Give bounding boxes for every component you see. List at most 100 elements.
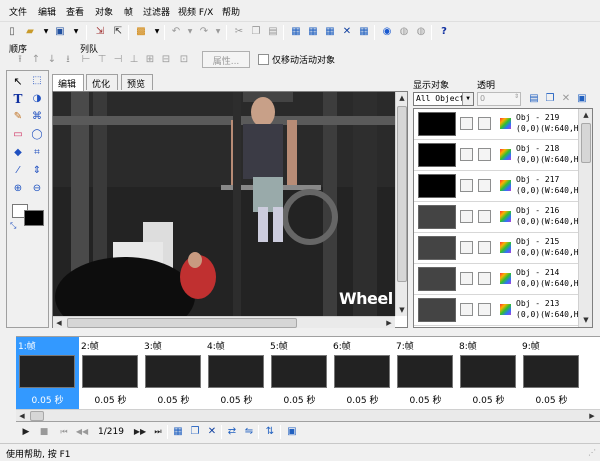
align-left-icon[interactable]: ⊢ xyxy=(78,52,94,68)
object-visible-checkbox[interactable] xyxy=(460,148,473,161)
send-backward-icon[interactable]: ↓ xyxy=(44,52,60,68)
frame-thumbnail[interactable]: 5:帧 0.05 秒 xyxy=(268,337,331,419)
open-icon[interactable]: ▰ xyxy=(22,24,38,40)
align-right-icon[interactable]: ⊣ xyxy=(110,52,126,68)
resize-tool-icon[interactable]: ⇕ xyxy=(29,163,45,179)
frame-duration[interactable]: 0.05 秒 xyxy=(268,393,331,406)
ellipse-tool-icon[interactable]: ◯ xyxy=(29,127,45,143)
list-item[interactable]: Obj - 217 (0,0)(W:640,H: xyxy=(414,171,583,202)
object-lock-checkbox[interactable] xyxy=(478,148,491,161)
send-to-back-icon[interactable]: ⭳ xyxy=(60,52,76,68)
add-frame-icon[interactable]: ▦ xyxy=(170,424,186,440)
bring-to-front-icon[interactable]: ⭱ xyxy=(12,52,28,68)
context-help-icon[interactable]: ? xyxy=(436,24,452,40)
align-extra-icon[interactable]: ⊡ xyxy=(176,52,192,68)
editor-horizontal-thumb[interactable] xyxy=(67,318,297,328)
chevron-down-icon[interactable]: ▼ xyxy=(462,93,473,105)
fill-tool-icon[interactable]: ◆ xyxy=(10,145,26,161)
disabled-icon-2[interactable]: ◍ xyxy=(413,24,429,40)
object-properties-icon[interactable]: ▤ xyxy=(526,91,542,107)
transition-icon[interactable]: ⇋ xyxy=(241,424,257,440)
scroll-left-arrow-icon[interactable]: ◀ xyxy=(16,410,28,421)
menu-filters[interactable]: 过滤器 xyxy=(143,5,170,18)
copy-icon[interactable]: ❐ xyxy=(248,24,264,40)
export-icon[interactable]: ⇱ xyxy=(110,24,126,40)
frame-icon-1[interactable]: ▦ xyxy=(288,24,304,40)
stop-icon[interactable]: ■ xyxy=(36,424,52,440)
frame-thumbnail[interactable]: 3:帧 0.05 秒 xyxy=(142,337,205,419)
delete-object-icon[interactable]: ✕ xyxy=(558,91,574,107)
delete-frame-icon[interactable]: ✕ xyxy=(339,24,355,40)
resize-grip-icon[interactable]: ⋰ xyxy=(588,448,598,458)
scroll-down-arrow-icon[interactable]: ▼ xyxy=(396,304,408,316)
frame-duration[interactable]: 0.05 秒 xyxy=(457,393,520,406)
previous-frame-icon[interactable]: ◀◀ xyxy=(74,424,90,440)
paste-icon[interactable]: ▤ xyxy=(265,24,281,40)
first-frame-icon[interactable]: ⏮ xyxy=(56,424,72,440)
frames-scrollbar[interactable]: ◀ ▶ xyxy=(16,409,600,421)
align-middle-icon[interactable]: ⊞ xyxy=(142,52,158,68)
frame-thumbnail[interactable]: 1:帧 0.05 秒 xyxy=(16,337,79,419)
frames-scroll-thumb[interactable] xyxy=(30,411,44,421)
properties-button[interactable]: 属性... xyxy=(202,51,250,68)
save-dropdown-icon[interactable]: ▼ xyxy=(68,24,84,40)
new-object-icon[interactable]: ▣ xyxy=(574,91,590,107)
swap-colors-icon[interactable]: ⤡ xyxy=(10,221,16,231)
editor-vertical-thumb[interactable] xyxy=(397,106,407,282)
color-swatches[interactable] xyxy=(12,204,44,226)
opacity-input[interactable]: 0 ⇕ xyxy=(477,92,521,106)
menu-video-fx[interactable]: 视频 F/X xyxy=(178,5,213,18)
bring-forward-icon[interactable]: ↑ xyxy=(28,52,44,68)
grid-tool-icon[interactable]: ⌗ xyxy=(29,145,45,161)
frame-duration[interactable]: 0.05 秒 xyxy=(394,393,457,406)
align-top-icon[interactable]: ⊥ xyxy=(126,52,142,68)
add-image-icon[interactable]: ▩ xyxy=(133,24,149,40)
editor-vertical-scrollbar[interactable]: ▲ ▼ xyxy=(395,92,407,316)
frame-thumbnail[interactable]: 8:帧 0.05 秒 xyxy=(457,337,520,419)
frame-icon-2[interactable]: ▦ xyxy=(305,24,321,40)
frame-duration[interactable]: 0.05 秒 xyxy=(331,393,394,406)
eraser-tool-icon[interactable]: ▭ xyxy=(10,127,26,143)
text-tool-icon[interactable]: T xyxy=(10,91,26,107)
redo-dropdown-icon[interactable]: ▼ xyxy=(210,24,226,40)
tab-optimize[interactable]: 优化 xyxy=(86,74,118,90)
menu-file[interactable]: 文件 xyxy=(9,5,27,18)
list-item[interactable]: Obj - 219 (0,0)(W:640,H: xyxy=(414,109,583,140)
last-frame-icon[interactable]: ⏭ xyxy=(150,424,166,440)
frame-icon-4[interactable]: ▦ xyxy=(356,24,372,40)
menu-help[interactable]: 帮助 xyxy=(222,5,240,18)
scroll-left-arrow-icon[interactable]: ◀ xyxy=(53,317,65,329)
frame-duration[interactable]: 0.05 秒 xyxy=(16,393,79,406)
object-lock-checkbox[interactable] xyxy=(478,241,491,254)
frame-duration[interactable]: 0.05 秒 xyxy=(205,393,268,406)
objects-scrollbar[interactable]: ▲ ▼ xyxy=(578,109,592,327)
object-visible-checkbox[interactable] xyxy=(460,179,473,192)
frame-duration[interactable]: 0.05 秒 xyxy=(520,393,583,406)
menu-edit[interactable]: 编辑 xyxy=(38,5,56,18)
select-tool-icon[interactable]: ↖ xyxy=(10,73,26,89)
object-visible-checkbox[interactable] xyxy=(460,272,473,285)
object-lock-checkbox[interactable] xyxy=(478,210,491,223)
opacity-spinner-icon[interactable]: ⇕ xyxy=(514,93,519,100)
pointer-tool-icon[interactable]: ◑ xyxy=(29,91,45,107)
duplicate-frame-icon[interactable]: ❐ xyxy=(187,424,203,440)
reverse-frames-icon[interactable]: ⇅ xyxy=(262,424,278,440)
video-frame-canvas[interactable]: Wheel xyxy=(53,92,395,316)
duplicate-object-icon[interactable]: ❐ xyxy=(542,91,558,107)
object-lock-checkbox[interactable] xyxy=(478,117,491,130)
scroll-up-arrow-icon[interactable]: ▲ xyxy=(580,109,592,121)
foreground-color-swatch[interactable] xyxy=(24,210,44,226)
menu-frame[interactable]: 帧 xyxy=(124,5,133,18)
list-item[interactable]: Obj - 216 (0,0)(W:640,H: xyxy=(414,202,583,233)
list-item[interactable]: Obj - 218 (0,0)(W:640,H: xyxy=(414,140,583,171)
editor-horizontal-scrollbar[interactable]: ◀ ▶ xyxy=(53,316,395,328)
frame-thumbnail[interactable]: 6:帧 0.05 秒 xyxy=(331,337,394,419)
align-bottom-icon[interactable]: ⊟ xyxy=(158,52,174,68)
frame-thumbnail[interactable]: 2:帧 0.05 秒 xyxy=(79,337,142,419)
scroll-down-arrow-icon[interactable]: ▼ xyxy=(580,314,592,326)
menu-view[interactable]: 查看 xyxy=(66,5,84,18)
object-visible-checkbox[interactable] xyxy=(460,303,473,316)
list-item[interactable]: Obj - 215 (0,0)(W:640,H: xyxy=(414,233,583,264)
move-active-only-checkbox[interactable] xyxy=(258,54,269,65)
frame-properties-icon[interactable]: ▣ xyxy=(284,424,300,440)
